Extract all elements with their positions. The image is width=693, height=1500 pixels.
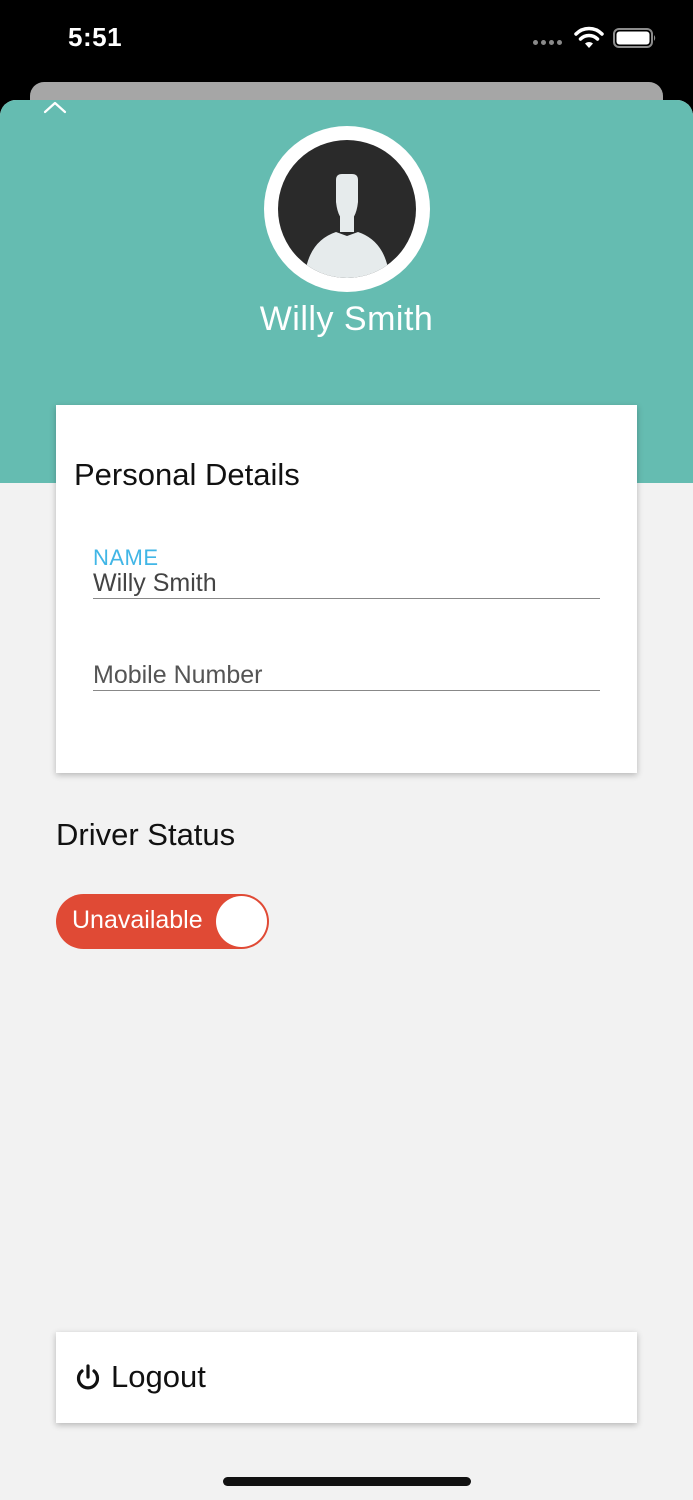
name-field-value[interactable]: Willy Smith (93, 569, 217, 598)
power-icon (76, 1364, 100, 1390)
profile-name: Willy Smith (259, 300, 434, 338)
avatar[interactable] (264, 126, 430, 292)
logout-label: Logout (111, 1359, 206, 1394)
profile-sheet: Willy Smith Personal Details NAME Willy … (0, 100, 693, 1500)
card-title: Personal Details (74, 457, 300, 492)
home-indicator (223, 1477, 471, 1486)
logout-button[interactable]: Logout (56, 1332, 637, 1423)
signal-icon (533, 40, 562, 45)
personal-details-card: Personal Details NAME Willy Smith Mobile… (56, 405, 637, 773)
status-bar: 5:51 (0, 0, 693, 82)
name-field-label: NAME (93, 545, 159, 570)
toggle-label: Unavailable (72, 906, 203, 934)
driver-status-title: Driver Status (56, 817, 236, 852)
driver-status-toggle[interactable]: Unavailable (56, 894, 269, 949)
name-field[interactable]: NAME Willy Smith (93, 545, 600, 599)
status-time: 5:51 (68, 22, 123, 52)
user-silhouette-icon (306, 174, 388, 278)
chevron-up-icon[interactable] (42, 100, 68, 116)
wifi-icon (574, 26, 604, 48)
toggle-knob[interactable] (216, 896, 267, 947)
mobile-number-placeholder[interactable]: Mobile Number (93, 661, 263, 690)
mobile-number-field[interactable]: Mobile Number (93, 637, 600, 691)
battery-icon (613, 28, 656, 48)
